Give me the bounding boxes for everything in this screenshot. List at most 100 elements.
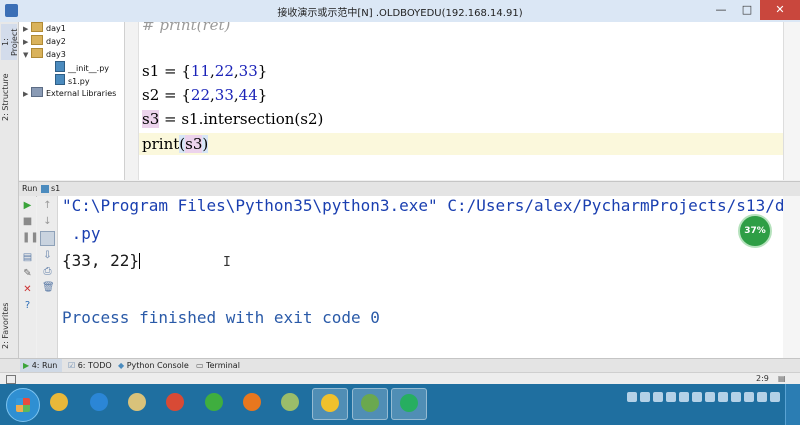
expression-token: = s1.intersection(s2) <box>159 110 324 128</box>
expand-arrow-icon[interactable]: ▶ <box>23 88 31 101</box>
tray-icon[interactable] <box>731 392 741 402</box>
soft-wrap-icon[interactable] <box>40 231 55 246</box>
run-config-name[interactable]: s1 <box>51 182 60 196</box>
brace-token: } <box>257 86 268 104</box>
tree-item-label: s1.py <box>68 77 90 86</box>
clear-icon[interactable]: 🗑 <box>42 282 55 293</box>
tray-icon[interactable] <box>757 392 767 402</box>
run-toolbar: ▶ ■ ❚❚ ▤ ✎ ✕ ? <box>19 196 39 358</box>
windows-taskbar <box>0 384 800 425</box>
project-tool-tab[interactable]: 1: Project <box>1 24 19 60</box>
console-scrollbar[interactable] <box>783 196 800 358</box>
argument-token: s3 <box>185 135 203 153</box>
python-console-icon: ◆ <box>118 361 125 370</box>
variable-token: s2 <box>142 86 160 104</box>
code-line-s3: s3 = s1.intersection(s2) <box>142 108 323 130</box>
panel-toggle-icon[interactable] <box>6 375 16 384</box>
tray-icon[interactable] <box>640 392 650 402</box>
tab-label: 6: TODO <box>77 361 112 370</box>
taskbar-app-6[interactable] <box>273 388 307 418</box>
ie-icon <box>90 393 108 411</box>
taskbar-app-1[interactable] <box>82 388 116 418</box>
todo-icon: ☑ <box>68 361 76 370</box>
tray-icon[interactable] <box>692 392 702 402</box>
taskbar-app-8[interactable] <box>352 388 388 420</box>
tray-icon[interactable] <box>627 392 637 402</box>
help-icon[interactable]: ? <box>22 300 33 311</box>
taskbar-app-0[interactable] <box>42 388 76 418</box>
taskbar-app-9[interactable] <box>391 388 427 420</box>
tree-item-day3[interactable]: ▼ day3 <box>23 48 66 61</box>
folder-icon <box>31 48 43 58</box>
tab-python-console[interactable]: ◆ Python Console <box>118 359 190 373</box>
tray-icon[interactable] <box>666 392 676 402</box>
editor-scrollbar[interactable] <box>783 22 800 180</box>
terminal-icon: ▭ <box>196 361 204 370</box>
taskbar-app-7[interactable] <box>312 388 348 420</box>
tree-item-label: __init__.py <box>68 64 110 73</box>
tray-icon[interactable] <box>770 392 780 402</box>
python-file-icon <box>55 74 65 85</box>
variable-token: s3 <box>142 110 160 128</box>
window-title: 接收演示或示范中[N] .OLDBOYEDU(192.168.14.91) <box>277 8 523 19</box>
pause-icon[interactable]: ❚❚ <box>22 232 39 243</box>
brace-token: } <box>257 62 268 80</box>
tray-icon[interactable] <box>744 392 754 402</box>
memory-usage-badge[interactable]: 37% <box>738 214 772 248</box>
library-icon <box>31 87 43 97</box>
taskbar-app-4[interactable] <box>197 388 231 418</box>
pin-icon[interactable]: ✎ <box>22 268 33 279</box>
360-browser-icon <box>205 393 223 411</box>
rerun-icon[interactable]: ▶ <box>22 200 33 211</box>
tray-icon[interactable] <box>679 392 689 402</box>
start-button[interactable] <box>6 388 40 422</box>
tree-item-day2[interactable]: ▶ day2 <box>23 35 66 48</box>
current-line-highlight <box>139 133 783 155</box>
tab-run[interactable]: ▶ 4: Run <box>20 359 62 373</box>
up-arrow-icon[interactable]: ↑ <box>42 200 53 211</box>
tree-item-label: day3 <box>46 50 66 59</box>
vnc-icon <box>361 394 379 412</box>
tree-item-s1-py[interactable]: s1.py <box>55 74 90 87</box>
tree-item-external-libraries[interactable]: ▶ External Libraries <box>23 87 116 100</box>
scroll-to-end-icon[interactable]: ⇩ <box>42 250 53 261</box>
show-desktop-button[interactable] <box>785 384 800 425</box>
tray-icon[interactable] <box>653 392 663 402</box>
code-editor[interactable]: # print(ret) s1 = {11,22,33} s2 = {22,33… <box>139 22 783 180</box>
collapse-arrow-icon[interactable]: ▼ <box>23 49 31 62</box>
files-icon <box>128 393 146 411</box>
tree-item-day1[interactable]: ▶ day1 <box>23 22 66 35</box>
structure-tool-tab[interactable]: 2: Structure <box>1 68 17 126</box>
maximize-button[interactable]: □ <box>734 0 760 20</box>
window-title-bar: 接收演示或示范中[N] .OLDBOYEDU(192.168.14.91) — … <box>0 0 800 23</box>
firefox-icon <box>243 393 261 411</box>
tray-icon[interactable] <box>705 392 715 402</box>
run-panel-label: Run <box>22 184 38 193</box>
taskbar-app-3[interactable] <box>158 388 192 418</box>
close-button[interactable]: ✕ <box>760 0 800 20</box>
favorites-tool-tab[interactable]: 2: Favorites <box>1 298 17 354</box>
tree-item-init-py[interactable]: __init__.py <box>55 61 109 74</box>
run-toolbar-secondary: ↑ ↓ ⇩ ⎙ 🗑 <box>37 196 58 358</box>
stop-icon[interactable]: ■ <box>22 216 33 227</box>
console-output: {33, 22} <box>62 251 141 270</box>
minimize-button[interactable]: — <box>708 0 734 20</box>
close-run-icon[interactable]: ✕ <box>22 284 33 295</box>
number-token: 22 <box>214 62 234 80</box>
qq-icon <box>321 394 339 412</box>
text-cursor <box>139 253 141 269</box>
down-arrow-icon[interactable]: ↓ <box>42 216 53 227</box>
number-token: 33 <box>238 62 258 80</box>
tab-terminal[interactable]: ▭ Terminal <box>196 359 244 373</box>
console-finish-message: Process finished with exit code 0 <box>62 308 380 327</box>
variable-token: s1 <box>142 62 160 80</box>
tray-icon[interactable] <box>718 392 728 402</box>
tree-item-label: External Libraries <box>46 89 117 98</box>
tab-todo[interactable]: ☑ 6: TODO <box>68 359 112 373</box>
run-console-output[interactable]: "C:\Program Files\Python35\python3.exe" … <box>58 196 783 358</box>
taskbar-app-2[interactable] <box>120 388 154 418</box>
print-icon[interactable]: ⎙ <box>42 266 53 277</box>
mouse-ibeam-icon: I <box>223 255 231 270</box>
taskbar-app-5[interactable] <box>235 388 269 418</box>
restore-layout-icon[interactable]: ▤ <box>22 252 33 263</box>
